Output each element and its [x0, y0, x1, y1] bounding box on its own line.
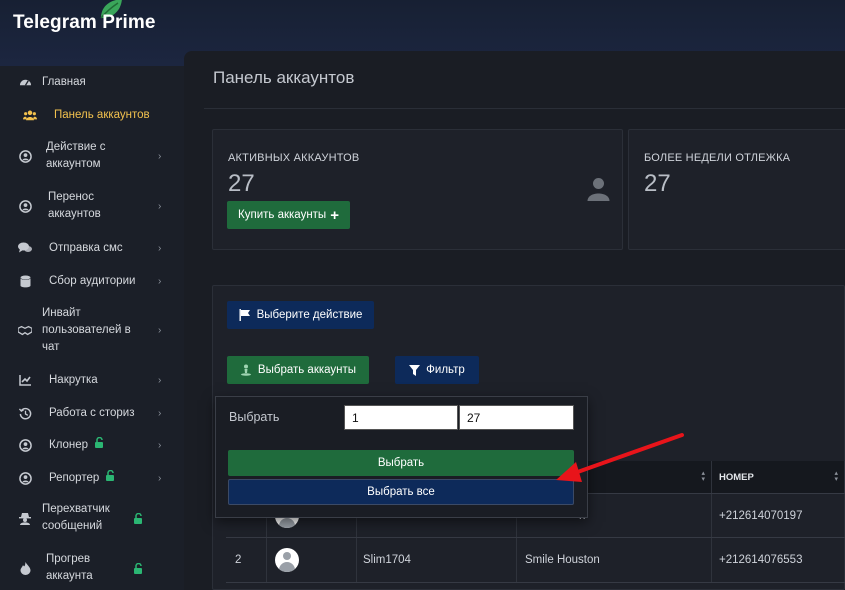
sidebar-item-label: Прогрев аккаунта	[46, 553, 93, 582]
sidebar-item-home[interactable]: Главная	[0, 72, 184, 92]
app-brand[interactable]: Telegram Prime	[13, 12, 156, 34]
filter-button[interactable]: Фильтр	[395, 356, 479, 384]
user-circle-icon	[18, 438, 32, 452]
user-secret-icon	[18, 511, 32, 525]
chevron-right-icon: ›	[158, 472, 162, 484]
table-header-cell[interactable]: НОМЕР ▴ ▾	[712, 461, 845, 493]
flag-icon	[239, 309, 250, 321]
choose-action-button[interactable]: Выберите действие	[227, 301, 374, 329]
select-button[interactable]: Выбрать	[228, 450, 574, 476]
divider	[204, 108, 845, 109]
sidebar-item-invite[interactable]: Инвайт пользователей в чат ›	[0, 303, 184, 357]
sidebar-item-label-wrap: Репортер	[49, 469, 149, 487]
sidebar-item-label: Перенос аккаунтов	[48, 191, 101, 220]
sidebar-item-reporter[interactable]: Репортер ›	[0, 468, 184, 488]
chevron-right-icon: ›	[158, 150, 162, 162]
sidebar-item-account-transfer[interactable]: Перенос аккаунтов ›	[0, 188, 184, 224]
database-icon	[18, 274, 32, 288]
select-range-popup: Выбрать 1 27 Выбрать Выбрать все	[215, 396, 588, 518]
sidebar-item-label: Отправка смс	[49, 241, 123, 254]
unlock-icon	[105, 469, 116, 487]
sidebar-item-account-actions[interactable]: Действие с аккаунтом ›	[0, 138, 184, 174]
sidebar-item-label: Работа с сториз	[49, 406, 135, 419]
unlock-icon	[94, 436, 105, 454]
sidebar-item-label: Накрутка	[49, 373, 98, 386]
chevron-right-icon: ›	[158, 242, 162, 254]
select-label: Выбрать	[229, 410, 280, 424]
unlock-icon	[133, 512, 144, 527]
select-accounts-button[interactable]: Выбрать аккаунты	[227, 356, 369, 384]
card-value: 27	[644, 170, 671, 197]
person-select-icon	[240, 364, 251, 376]
sidebar-item-label: Панель аккаунтов	[54, 108, 150, 121]
sidebar-item-label: Перехватчик сообщений	[42, 503, 110, 532]
button-label: Фильтр	[426, 364, 465, 376]
sidebar-item-label: Репортер	[49, 471, 100, 484]
handshake-icon	[18, 323, 32, 337]
sidebar-item-interceptor[interactable]: Перехватчик сообщений	[0, 500, 184, 536]
unlock-icon	[133, 562, 144, 577]
sidebar-item-send-sms[interactable]: Отправка смс ›	[0, 238, 184, 258]
sidebar-item-accounts-panel[interactable]: Панель аккаунтов	[0, 105, 184, 125]
card-title: АКТИВНЫХ АККАУНТОВ	[228, 152, 360, 164]
sidebar-item-label: Сбор аудитории	[49, 274, 136, 287]
button-label: Купить аккаунты	[238, 209, 327, 221]
sidebar-item-label: Инвайт пользователей в чат	[42, 306, 131, 353]
name-cell: Smile Houston	[517, 538, 712, 582]
sidebar-item-warmup[interactable]: Прогрев аккаунта	[0, 550, 184, 586]
user-circle-icon	[18, 471, 32, 485]
sidebar-item-label: Действие с аккаунтом	[46, 141, 106, 170]
week-rest-card: БОЛЕЕ НЕДЕЛИ ОТЛЕЖКА 27	[628, 129, 845, 250]
active-accounts-card: АКТИВНЫХ АККАУНТОВ 27 Купить аккаунты +	[212, 129, 623, 250]
select-all-button[interactable]: Выбрать все	[228, 479, 574, 505]
history-icon	[18, 406, 32, 420]
sidebar-item-label: Клонер	[49, 438, 89, 451]
user-circle-icon	[18, 149, 32, 163]
filter-icon	[409, 364, 421, 376]
comments-icon	[18, 241, 32, 255]
button-label: Выбрать аккаунты	[257, 364, 357, 376]
dashboard-icon	[18, 75, 32, 89]
phone-cell: +212614070197	[719, 509, 803, 522]
sidebar-item-stories[interactable]: Работа с сториз ›	[0, 403, 184, 423]
plus-icon: +	[330, 206, 339, 224]
username-cell: Slim1704	[357, 538, 517, 582]
fire-icon	[18, 561, 32, 575]
buy-accounts-button[interactable]: Купить аккаунты +	[227, 201, 350, 229]
row-number: 2	[226, 538, 267, 582]
divider	[226, 582, 845, 583]
sidebar-item-audience[interactable]: Сбор аудитории ›	[0, 271, 184, 291]
avatar-cell	[267, 538, 357, 582]
card-value: 27	[228, 170, 255, 197]
chevron-right-icon: ›	[158, 200, 162, 212]
sort-icon[interactable]: ▴ ▾	[834, 470, 838, 483]
range-from-input[interactable]: 1	[344, 405, 458, 430]
avatar	[275, 548, 299, 572]
chevron-right-icon: ›	[158, 407, 162, 419]
sidebar-item-boost[interactable]: Накрутка ›	[0, 370, 184, 390]
page-title: Панель аккаунтов	[213, 68, 355, 87]
sidebar-item-label: Главная	[42, 75, 86, 88]
button-label: Выберите действие	[256, 309, 363, 321]
chevron-right-icon: ›	[158, 374, 162, 386]
sort-icon[interactable]: ▴ ▾	[701, 470, 705, 483]
chevron-right-icon: ›	[158, 324, 162, 336]
card-title: БОЛЕЕ НЕДЕЛИ ОТЛЕЖКА	[644, 152, 791, 164]
user-icon	[587, 178, 610, 201]
range-to-input[interactable]: 27	[459, 405, 574, 430]
user-circle-icon	[18, 199, 32, 213]
users-icon	[23, 108, 37, 122]
chart-line-icon	[18, 373, 32, 387]
phone-cell: +212614076553	[719, 554, 803, 566]
sidebar-item-label-wrap: Клонер	[49, 436, 149, 454]
sidebar-item-cloner[interactable]: Клонер ›	[0, 435, 184, 455]
chevron-right-icon: ›	[158, 275, 162, 287]
chevron-right-icon: ›	[158, 439, 162, 451]
sidebar: Главная Панель аккаунтов Действие с акка…	[0, 66, 184, 590]
